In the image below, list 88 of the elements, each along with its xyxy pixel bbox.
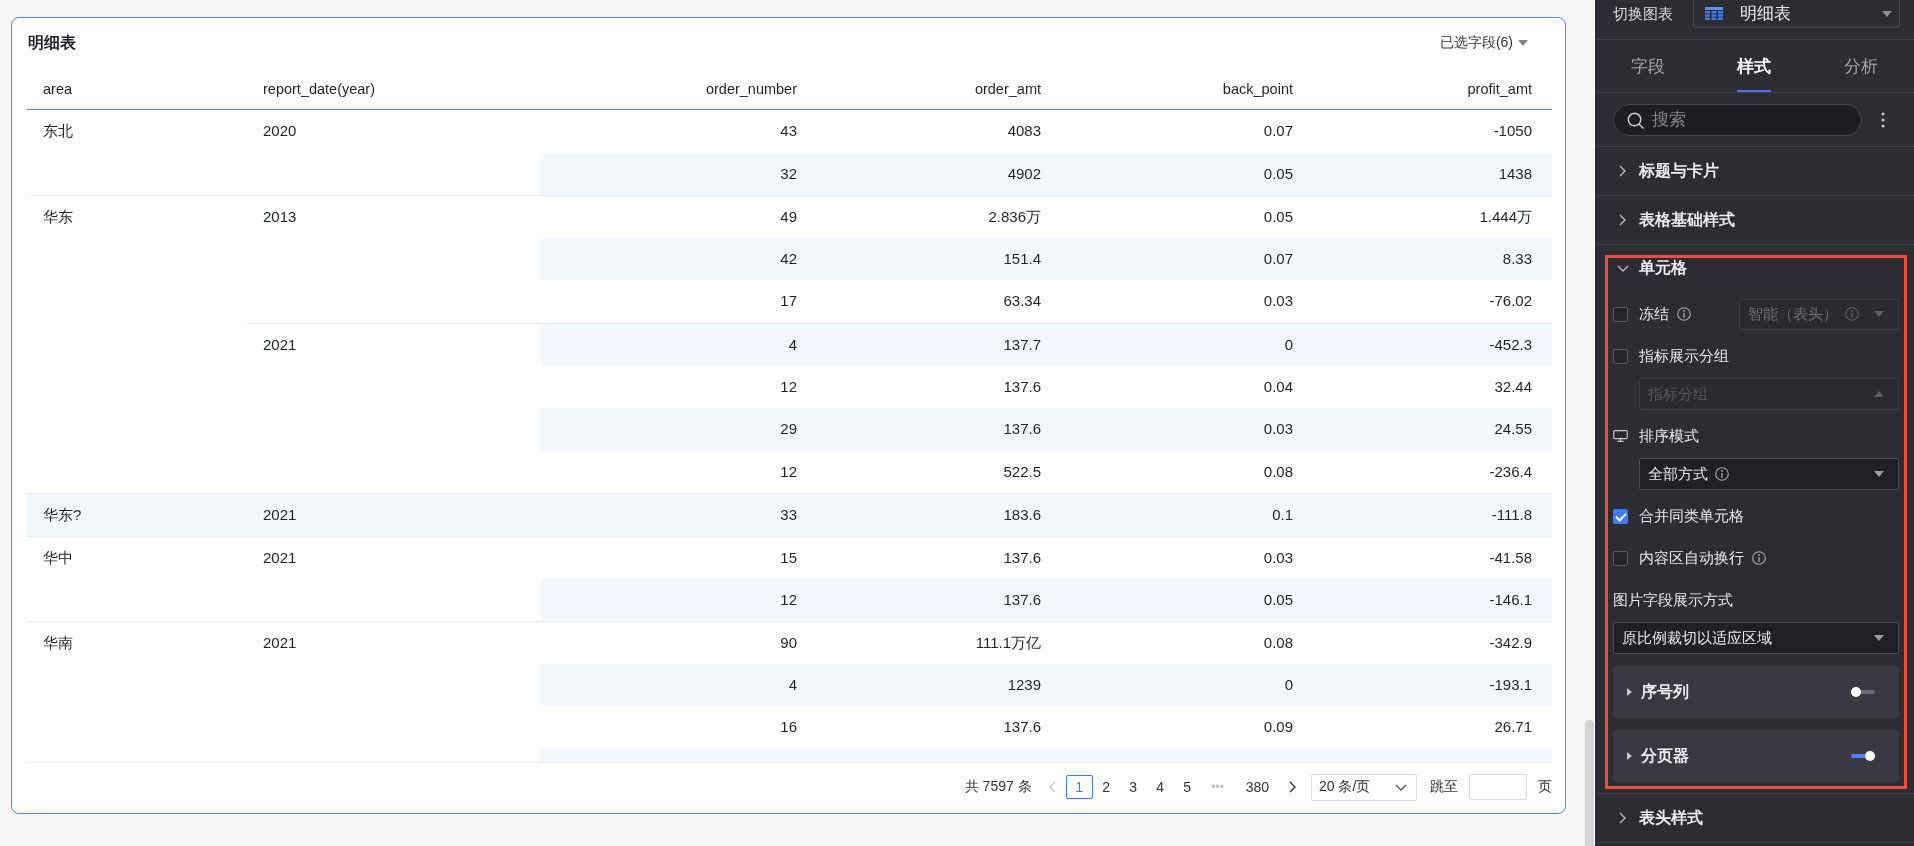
caret-right-icon[interactable] [1627,752,1632,760]
chart-type-select[interactable]: 明细表 [1693,0,1900,28]
tab[interactable]: 分析 [1843,40,1878,92]
page-size-select[interactable]: 20 条/页 [1311,773,1417,801]
table-cell: 4902 [813,152,1057,196]
table-icon [1705,7,1723,20]
chevron-down-icon [1395,783,1407,791]
table-cell: 24.55 [1309,408,1552,451]
panel-title: 序号列 [1641,681,1689,702]
table-cell: 4 [541,663,813,707]
page-button[interactable]: 2 [1092,775,1120,799]
section-header[interactable]: 单元格 [1608,258,1904,278]
search-icon [1627,111,1644,129]
panel-title: 分页器 [1641,745,1689,766]
table-cell: -193.1 [1309,663,1552,707]
table-cell: 8.33 [1309,237,1552,281]
table-cell: 29 [541,408,813,451]
chevron-right-icon [1619,812,1626,824]
table-cell: 0.1 [1057,493,1309,536]
table-cell: 1239 [813,663,1057,707]
field-picker-button[interactable]: 已选字段(6) [1439,34,1528,52]
caret-down-icon [1874,635,1884,641]
chevron-right-icon [1619,165,1626,177]
checkbox[interactable] [1613,348,1628,364]
checkbox[interactable] [1613,550,1628,566]
table-cell: 2021 [247,493,541,536]
caret-down-icon [1882,10,1892,17]
search-field[interactable]: 搜索 [1613,103,1862,136]
table-cell: 0 [1057,663,1309,707]
caret-down-icon [1874,311,1884,317]
table-cell: 0 [1057,322,1309,366]
caret-down-icon [1518,40,1528,46]
toggle-switch[interactable] [1851,687,1875,697]
table-cell: 151.4 [813,237,1057,281]
table-cell: -452.3 [1309,322,1552,366]
caret-down-icon [1874,471,1884,477]
total-count: 共 7597 条 [964,778,1032,796]
table-cell: 1438 [1309,152,1552,196]
caret-up-icon [1874,391,1884,397]
chevron-down-icon [1617,264,1629,272]
caret-right-icon[interactable] [1627,688,1632,696]
chevron-left-icon [1049,781,1057,793]
table-cell: 32 [541,152,813,196]
checkbox[interactable] [1613,508,1628,524]
section-header[interactable]: 表格基础样式 [1595,196,1914,244]
chevron-right-icon [1619,214,1626,226]
page-button[interactable]: 1 [1065,775,1093,799]
table-cell: 0.05 [1057,578,1309,622]
chevron-right-icon [1288,781,1296,793]
toggle-switch[interactable] [1851,751,1875,761]
table-cell: 华东? [27,493,247,536]
dropdown-select[interactable]: 全部方式 [1639,458,1899,490]
table-cell: 0.05 [1057,152,1309,196]
table-cell: 4 [541,322,813,366]
dropdown-select[interactable]: 原比例裁切以适应区域 [1613,622,1899,654]
card-title: 明细表 [28,32,76,53]
table-cell: 0.07 [1057,237,1309,281]
table-cell: 137.7 [813,322,1057,366]
checkbox-label: 指标展示分组 [1639,346,1729,366]
table-cell: 12 [541,578,813,622]
page-suffix: 页 [1538,778,1552,796]
table-cell: 137.6 [813,408,1057,451]
section-header[interactable]: 标题与卡片 [1595,147,1914,195]
page-number-input[interactable] [1469,774,1527,800]
table-cell: 183.6 [813,493,1057,536]
scrollbar-thumb[interactable] [1585,720,1594,846]
table-cell: 137.6 [813,578,1057,622]
section-header[interactable]: 表头样式 [1595,794,1914,842]
field-label: 排序模式 [1639,426,1699,446]
table-cell: 33 [541,493,813,536]
checkbox-label: 冻结 [1639,304,1669,324]
more-icon[interactable] [1881,111,1885,128]
table-cell: 42 [541,237,813,281]
field-label: 切换图表 [1613,4,1674,23]
checkbox[interactable] [1613,306,1628,322]
table-cell: -146.1 [1309,578,1552,622]
page-button[interactable]: 380 [1240,775,1274,799]
tab[interactable]: 字段 [1631,40,1666,92]
table-cell: 0.03 [1057,408,1309,451]
page-button[interactable]: 4 [1146,775,1174,799]
checkbox-label: 合并同类单元格 [1639,506,1744,526]
page-button[interactable]: 3 [1119,775,1147,799]
tab[interactable]: 样式 [1737,40,1772,92]
page-button[interactable]: 5 [1173,775,1201,799]
table-cell: -111.8 [1309,493,1552,536]
checkbox-label: 内容区自动换行 [1639,548,1744,568]
jump-label: 跳至 [1430,778,1458,796]
field-label: 图片字段展示方式 [1613,590,1733,610]
